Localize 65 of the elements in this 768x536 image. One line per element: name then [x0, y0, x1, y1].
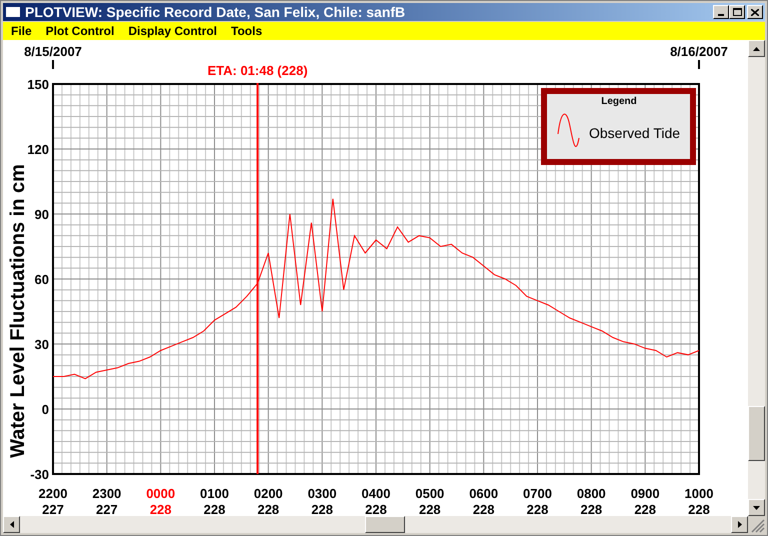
- x-tick-label: 0600: [469, 486, 498, 501]
- close-icon: [751, 8, 759, 16]
- day-number: 228: [150, 502, 172, 514]
- x-tick-label: 0200: [254, 486, 283, 501]
- menu-item[interactable]: File: [11, 25, 32, 37]
- x-tick-label: 0700: [523, 486, 552, 501]
- day-number: 228: [688, 502, 710, 514]
- down-arrow-icon: [753, 506, 760, 510]
- y-axis-label: Water Level Fluctuations in cm: [7, 164, 29, 458]
- day-number: 227: [42, 502, 64, 514]
- scroll-right-button[interactable]: [731, 516, 748, 533]
- date-tick: [52, 60, 54, 69]
- menu-item[interactable]: Tools: [231, 25, 262, 37]
- day-number: 228: [526, 502, 548, 514]
- x-tick-label: 0000: [146, 486, 176, 501]
- menu-item[interactable]: Display Control: [128, 25, 218, 37]
- scroll-thumb[interactable]: [748, 406, 765, 461]
- minimize-button[interactable]: [713, 5, 729, 19]
- y-tick-label: 30: [34, 337, 49, 352]
- legend-title: Legend: [601, 96, 637, 107]
- x-tick-label: 0400: [362, 486, 390, 501]
- day-number: 228: [580, 502, 602, 514]
- up-arrow-icon: [753, 46, 760, 50]
- day-number: 228: [472, 502, 495, 514]
- x-tick-label: 2300: [92, 486, 122, 501]
- day-number: 228: [365, 502, 387, 514]
- horizontal-scrollbar[interactable]: [3, 516, 748, 533]
- day-number: 227: [96, 502, 118, 514]
- date-tick: [698, 60, 700, 69]
- x-tick-label: 1000: [684, 486, 714, 501]
- x-tick-label: 2200: [38, 486, 68, 501]
- day-number: 228: [311, 502, 334, 514]
- minimize-icon: [718, 14, 724, 16]
- maximize-icon: [732, 8, 742, 16]
- scroll-thumb[interactable]: [365, 516, 405, 533]
- y-tick-label: 0: [42, 402, 49, 417]
- x-tick-label: 0800: [576, 486, 606, 501]
- y-tick-label: 120: [27, 142, 49, 157]
- day-number: 228: [257, 502, 280, 514]
- vertical-scrollbar[interactable]: [748, 40, 765, 516]
- eta-label: ETA: 01:48 (228): [207, 63, 308, 78]
- scroll-up-button[interactable]: [748, 40, 765, 57]
- right-arrow-icon: [738, 521, 742, 528]
- legend-label: Observed Tide: [589, 125, 680, 141]
- y-tick-label: 150: [27, 77, 49, 92]
- x-tick-label: 0300: [308, 486, 337, 501]
- x-tick-label: 0500: [415, 486, 444, 501]
- menu-item[interactable]: Plot Control: [46, 25, 114, 37]
- left-arrow-icon: [10, 521, 14, 528]
- maximize-button[interactable]: [729, 5, 745, 19]
- date-label: 8/16/2007: [670, 44, 728, 59]
- y-tick-label: 60: [34, 272, 49, 287]
- date-label: 8/15/2007: [24, 44, 82, 59]
- scroll-left-button[interactable]: [3, 516, 20, 533]
- y-tick-label: -30: [30, 467, 49, 482]
- x-tick-label: 0900: [630, 486, 660, 501]
- day-number: 228: [418, 502, 441, 514]
- app-icon: [5, 6, 21, 18]
- close-button[interactable]: [747, 5, 763, 19]
- x-tick-label: 0100: [200, 486, 229, 501]
- day-number: 228: [634, 502, 656, 514]
- scroll-down-button[interactable]: [748, 499, 765, 516]
- y-tick-label: 90: [34, 207, 49, 222]
- window-title: PLOTVIEW: Specific Record Date, San Felix, Chile: sanfB: [25, 5, 406, 19]
- day-number: 228: [204, 502, 226, 514]
